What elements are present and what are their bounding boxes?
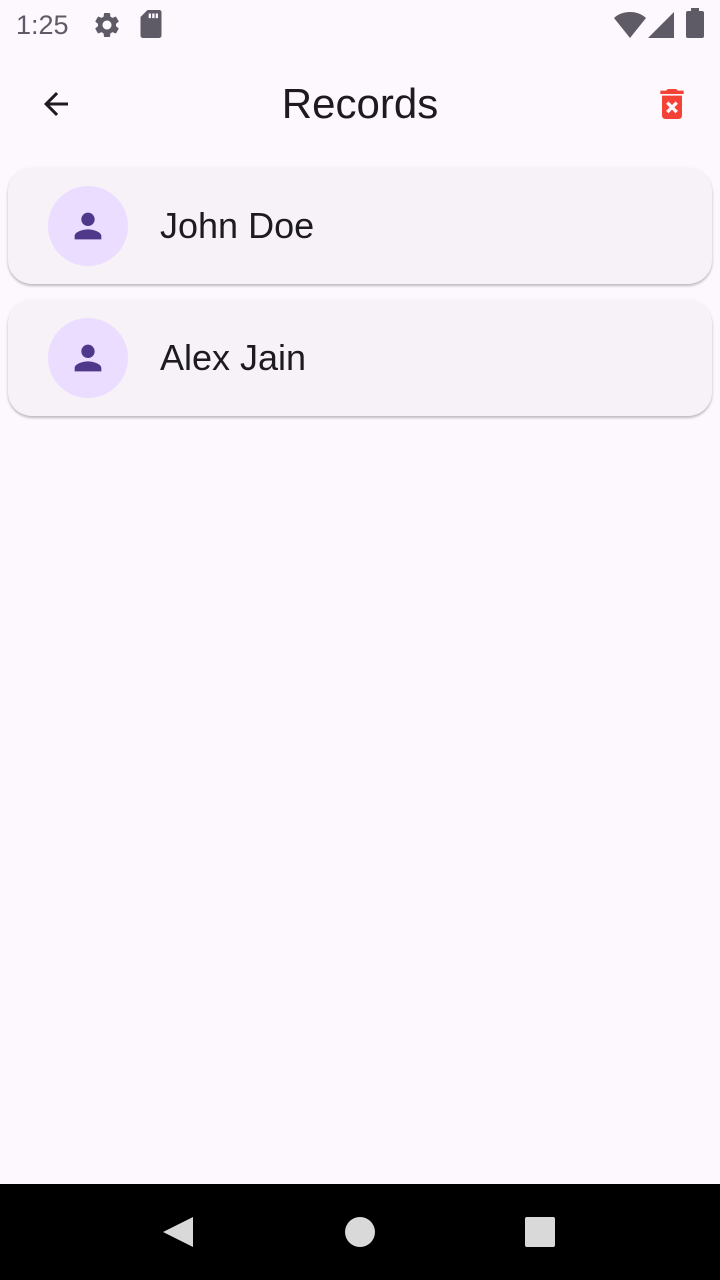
records-list: John Doe Alex Jain — [8, 168, 712, 432]
record-card[interactable]: John Doe — [8, 168, 712, 284]
back-button[interactable] — [24, 72, 88, 136]
signal-icon — [648, 12, 674, 38]
recents-square-icon — [525, 1217, 555, 1247]
avatar — [48, 186, 128, 266]
record-name: John Doe — [160, 205, 315, 246]
nav-home-button[interactable] — [328, 1200, 392, 1264]
sd-card-icon — [140, 10, 162, 38]
home-circle-icon — [345, 1217, 375, 1247]
screen: 1:25 Records John Doe Alex Jain — [0, 0, 720, 1280]
status-time: 1:25 — [16, 10, 69, 40]
person-icon — [74, 344, 102, 372]
nav-recents-button[interactable] — [508, 1200, 572, 1264]
nav-back-button[interactable] — [146, 1200, 210, 1264]
battery-icon — [686, 8, 704, 38]
status-bar: 1:25 — [0, 0, 720, 50]
record-card[interactable]: Alex Jain — [8, 300, 712, 416]
record-name: Alex Jain — [160, 337, 307, 378]
person-icon — [74, 212, 102, 240]
avatar — [48, 318, 128, 398]
delete-all-button[interactable] — [640, 72, 704, 136]
page-title: Records — [281, 80, 439, 127]
app-bar: Records — [0, 52, 720, 156]
back-triangle-icon — [163, 1217, 193, 1247]
wifi-icon — [614, 12, 646, 38]
delete-forever-icon — [660, 89, 684, 119]
system-nav-bar — [0, 1184, 720, 1280]
settings-icon — [95, 12, 119, 38]
arrow-back-icon — [44, 92, 68, 116]
